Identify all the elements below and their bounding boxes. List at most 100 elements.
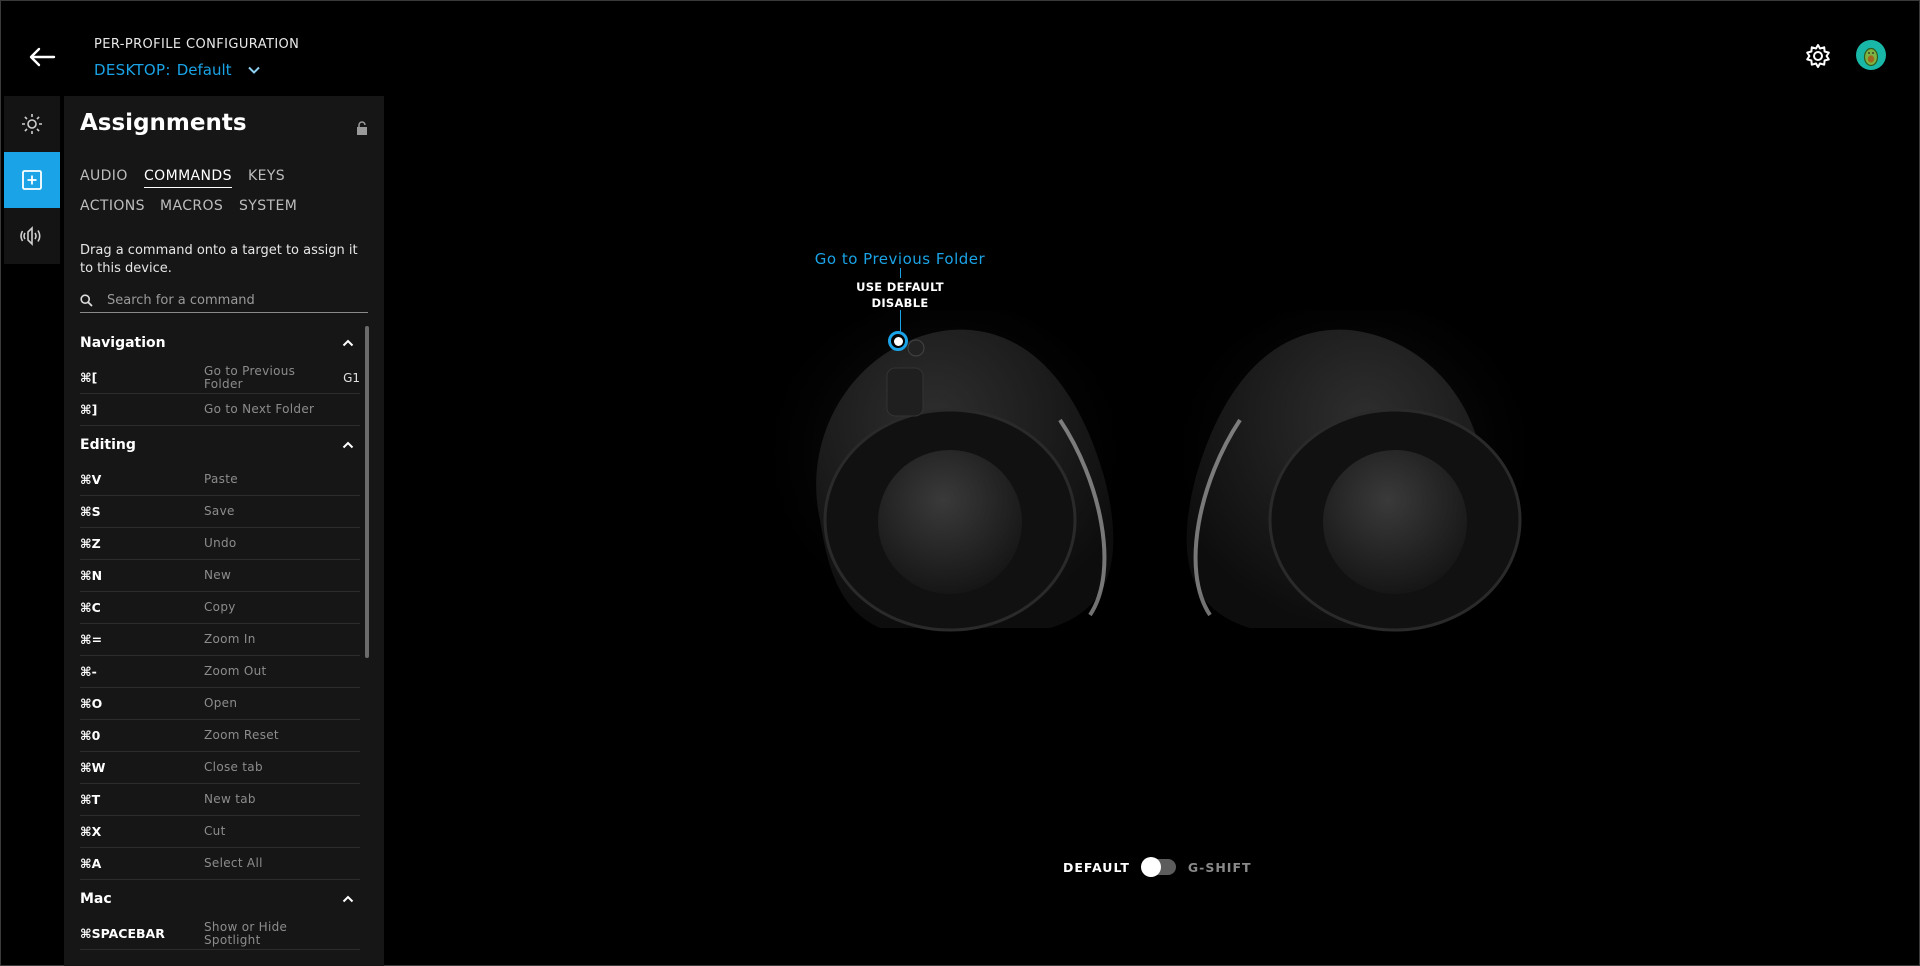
command-shortcut: ⌘=: [80, 632, 103, 647]
command-name: Zoom In: [204, 632, 256, 646]
list-item[interactable]: ⌘0 Zoom Reset: [80, 720, 360, 752]
chevron-up-icon: [342, 895, 354, 903]
tab-system[interactable]: SYSTEM: [239, 198, 297, 214]
assignments-panel: Assignments AUDIO COMMANDS KEYS ACTIONS …: [64, 96, 384, 966]
device-prefix: DESKTOP:: [94, 61, 171, 79]
command-name: Select All: [204, 856, 263, 870]
tab-audio[interactable]: AUDIO: [80, 168, 128, 184]
gear-icon[interactable]: [1804, 42, 1832, 70]
command-shortcut: ⌘V: [80, 472, 102, 487]
drag-hint: Drag a command onto a target to assign i…: [80, 243, 358, 276]
command-list: Navigation ⌘[ Go to Previous Folder G1 ⌘…: [80, 324, 360, 966]
chevron-up-icon: [342, 441, 354, 449]
section-title: Mac: [80, 891, 112, 907]
command-name: New tab: [204, 792, 256, 806]
tab-commands[interactable]: COMMANDS: [144, 168, 232, 188]
list-item[interactable]: ⌘W Close tab: [80, 752, 360, 784]
list-item[interactable]: ⌘[ Go to Previous Folder G1: [80, 362, 360, 394]
section-mac[interactable]: Mac: [80, 880, 360, 918]
rail-lighting[interactable]: [4, 96, 60, 152]
shift-mode-toggle: DEFAULT G-SHIFT: [1063, 857, 1252, 877]
list-item[interactable]: ⌘O Open: [80, 688, 360, 720]
list-item[interactable]: ⌘SPACEBAR Show or Hide Spotlight: [80, 918, 360, 950]
list-item[interactable]: ⌘V Paste: [80, 464, 360, 496]
chevron-down-icon: [247, 66, 260, 74]
back-arrow-icon[interactable]: [26, 44, 58, 70]
left-nav-rail: [4, 96, 60, 264]
list-item[interactable]: ⌘Z Undo: [80, 528, 360, 560]
disable-option[interactable]: DISABLE: [760, 296, 1040, 310]
command-name: Go to Next Folder: [204, 402, 315, 416]
command-name: Close tab: [204, 760, 263, 774]
panel-title: Assignments: [80, 110, 247, 136]
search-field: [80, 288, 368, 313]
command-shortcut: ⌘[: [80, 370, 98, 385]
list-item[interactable]: ⌘T New tab: [80, 784, 360, 816]
tab-actions[interactable]: ACTIONS: [80, 198, 145, 214]
command-shortcut: ⌘S: [80, 504, 101, 519]
command-name: Paste: [204, 472, 238, 486]
command-name: Zoom Reset: [204, 728, 279, 742]
list-item[interactable]: ⌘N New: [80, 560, 360, 592]
assigned-button-badge: G1: [343, 370, 360, 385]
profile-config-label: PER-PROFILE CONFIGURATION: [94, 37, 300, 52]
avatar[interactable]: [1856, 40, 1886, 70]
search-icon: [80, 293, 93, 307]
list-item[interactable]: ⌘] Go to Next Folder: [80, 394, 360, 426]
command-shortcut: ⌘C: [80, 600, 101, 615]
assignments-plus-icon: [22, 170, 42, 190]
command-name: Copy: [204, 600, 236, 614]
command-shortcut: ⌘W: [80, 760, 106, 775]
gshift-mode-label: G-SHIFT: [1187, 859, 1252, 875]
command-name: Open: [204, 696, 238, 710]
use-default-option[interactable]: USE DEFAULT: [760, 280, 1040, 294]
command-shortcut: ⌘SPACEBAR: [80, 926, 165, 941]
command-name: New: [204, 568, 232, 582]
list-item[interactable]: ⌘S Save: [80, 496, 360, 528]
list-scrollbar[interactable]: [365, 326, 369, 658]
command-name: Show or Hide Spotlight: [204, 919, 288, 947]
rail-audio[interactable]: [4, 208, 60, 264]
button-assignment-callout: Go to Previous Folder USE DEFAULT DISABL…: [760, 250, 1040, 310]
chevron-up-icon: [342, 339, 354, 347]
rail-assignments[interactable]: [4, 152, 60, 208]
tab-macros[interactable]: MACROS: [160, 198, 223, 214]
section-navigation[interactable]: Navigation: [80, 324, 360, 362]
command-shortcut: ⌘]: [80, 402, 98, 417]
profile-name: Default: [176, 61, 232, 79]
gshift-switch[interactable]: [1140, 857, 1176, 877]
command-shortcut: ⌘T: [80, 792, 101, 807]
g1-button-hotspot[interactable]: [888, 331, 908, 351]
callout-line: [899, 268, 901, 278]
audio-speaker-icon: [20, 226, 41, 246]
tab-keys[interactable]: KEYS: [248, 168, 285, 184]
section-editing[interactable]: Editing: [80, 426, 360, 464]
lock-icon[interactable]: [356, 120, 368, 135]
command-name: Save: [204, 504, 235, 518]
command-shortcut: ⌘-: [80, 664, 97, 679]
command-name: Zoom Out: [204, 664, 267, 678]
command-shortcut: ⌘0: [80, 728, 101, 743]
list-item[interactable]: ⌘- Zoom Out: [80, 656, 360, 688]
list-item[interactable]: ⌘C Copy: [80, 592, 360, 624]
list-item[interactable]: ⌘= Zoom In: [80, 624, 360, 656]
search-input[interactable]: [105, 291, 359, 309]
default-mode-label: DEFAULT: [1063, 859, 1130, 875]
command-name: Cut: [204, 824, 226, 838]
profile-selector[interactable]: DESKTOP: Default: [94, 61, 260, 79]
command-name: Undo: [204, 536, 237, 550]
command-shortcut: ⌘X: [80, 824, 102, 839]
right-speaker-image: [1175, 310, 1535, 640]
lighting-sun-icon: [22, 114, 42, 134]
command-shortcut: ⌘O: [80, 696, 103, 711]
assignment-label[interactable]: Go to Previous Folder: [760, 250, 1040, 268]
list-item[interactable]: ⌘A Select All: [80, 848, 360, 880]
hotspot-line: [900, 310, 901, 332]
avocado-avatar-icon: [1863, 47, 1879, 67]
command-shortcut: ⌘N: [80, 568, 103, 583]
section-title: Navigation: [80, 335, 166, 351]
command-shortcut: ⌘Z: [80, 536, 101, 551]
list-item[interactable]: ⌘X Cut: [80, 816, 360, 848]
left-speaker-image: [765, 310, 1125, 640]
command-name: Go to Previous Folder: [204, 363, 296, 391]
